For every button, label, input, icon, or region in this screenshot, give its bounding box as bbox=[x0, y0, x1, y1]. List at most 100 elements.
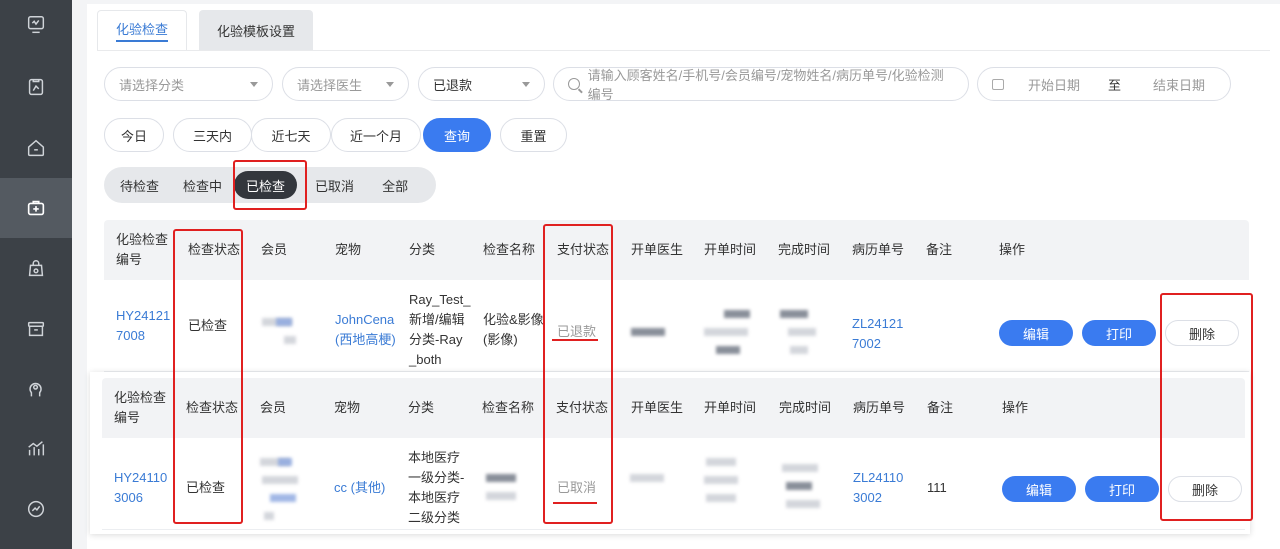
open-time-redacted bbox=[706, 458, 736, 466]
row-category-line: _both bbox=[409, 352, 442, 367]
print-button[interactable]: 打印 bbox=[1082, 320, 1156, 346]
tab-bar: 化验检查 化验模板设置 bbox=[97, 10, 314, 50]
print-button[interactable]: 打印 bbox=[1085, 476, 1159, 502]
row-category-line: 一级分类- bbox=[408, 470, 465, 485]
finish-time-redacted-3 bbox=[790, 346, 808, 354]
row-note: 111 bbox=[927, 480, 947, 495]
row-pet-line2: (西地高梗) bbox=[335, 332, 396, 347]
member-redacted-3 bbox=[270, 494, 296, 502]
row-lab-id-line1: HY24121 bbox=[116, 308, 171, 323]
segment-all[interactable]: 全部 bbox=[370, 171, 420, 199]
chevron-down-icon bbox=[522, 81, 530, 87]
table-row: HY24110 3006 已检查 cc (其他) 本地医疗 一级分类- 本地医疗 … bbox=[102, 438, 1245, 530]
segment-in-progress[interactable]: 检查中 bbox=[171, 171, 234, 199]
col-lab-id: 化验检查编号 bbox=[116, 232, 169, 267]
col-actions: 操作 bbox=[999, 242, 1026, 257]
row-record-line1: ZL24110 bbox=[853, 470, 904, 485]
check-name-redacted bbox=[486, 474, 516, 482]
member-redacted-mark bbox=[278, 458, 292, 466]
member-redacted-2 bbox=[262, 476, 298, 484]
table-row: HY24121 7008 已检查 JohnCena (西地高梗) Ray_Test_… bbox=[104, 280, 1249, 372]
clipboard-chart-icon[interactable] bbox=[0, 57, 72, 117]
search-input[interactable]: 请输入顾客姓名/手机号/会员编号/宠物姓名/病历单号/化验检测编号 bbox=[553, 67, 969, 102]
payment-status-select[interactable]: 已退款 bbox=[418, 67, 545, 101]
col-check-name: 检查名称 bbox=[482, 400, 535, 415]
head-icon[interactable] bbox=[0, 359, 72, 419]
row-category-line: 二级分类 bbox=[408, 510, 461, 525]
medical-kit-icon[interactable] bbox=[0, 178, 72, 238]
doctor-redacted bbox=[631, 328, 665, 336]
col-finish-time: 完成时间 bbox=[779, 400, 832, 415]
row-record-line1: ZL24121 bbox=[852, 316, 904, 331]
annotation-underline-cancelled bbox=[553, 502, 597, 504]
category-select-placeholder: 请选择分类 bbox=[119, 77, 185, 93]
row-pet[interactable]: JohnCena (西地高梗) bbox=[335, 310, 396, 350]
finish-time-redacted-3 bbox=[786, 500, 820, 508]
col-actions: 操作 bbox=[1002, 400, 1029, 415]
col-pet: 宠物 bbox=[335, 242, 362, 257]
today-button[interactable]: 今日 bbox=[104, 118, 164, 152]
doctor-redacted bbox=[630, 474, 664, 482]
row-check-name: 化验&影像 (影像) bbox=[483, 310, 544, 350]
edit-button[interactable]: 编辑 bbox=[1002, 476, 1076, 502]
row-category-line: Ray_Test_ bbox=[409, 292, 471, 307]
end-date-field[interactable]: 结束日期 bbox=[1153, 75, 1205, 94]
search-placeholder: 请输入顾客姓名/手机号/会员编号/宠物姓名/病历单号/化验检测编号 bbox=[587, 68, 944, 102]
three-days-button[interactable]: 三天内 bbox=[173, 118, 252, 152]
annotation-box-actions bbox=[1160, 293, 1253, 521]
row-record-line2: 3002 bbox=[853, 490, 882, 505]
segment-cancelled[interactable]: 已取消 bbox=[303, 171, 366, 199]
reset-button[interactable]: 重置 bbox=[500, 118, 567, 152]
open-time-redacted-3 bbox=[716, 346, 740, 354]
date-range-picker[interactable]: 开始日期 至 结束日期 bbox=[977, 67, 1231, 101]
growth-chart-icon[interactable] bbox=[0, 419, 72, 479]
seven-days-button[interactable]: 近七天 bbox=[251, 118, 331, 152]
doctor-select[interactable]: 请选择医生 bbox=[282, 67, 409, 101]
row-record-no[interactable]: ZL24110 3002 bbox=[853, 468, 903, 508]
col-note: 备注 bbox=[927, 400, 954, 415]
col-record-no: 病历单号 bbox=[853, 400, 906, 415]
finish-time-redacted bbox=[782, 464, 818, 472]
col-doctor: 开单医生 bbox=[631, 242, 684, 257]
row-category-line: 本地医疗 bbox=[408, 450, 461, 465]
finish-time-redacted bbox=[780, 310, 808, 318]
table-header: 化验检查编号 检查状态 会员 宠物 分类 检查名称 支付状态 开单医生 开单时间… bbox=[104, 220, 1249, 280]
monitor-icon[interactable] bbox=[0, 0, 72, 55]
overlay-card: 化验检查编号 检查状态 会员 宠物 分类 检查名称 支付状态 开单医生 开单时间… bbox=[90, 372, 1250, 534]
member-redacted-2 bbox=[284, 336, 296, 344]
row-lab-id[interactable]: HY24110 3006 bbox=[114, 468, 167, 508]
col-finish-time: 完成时间 bbox=[778, 242, 831, 257]
row-pet[interactable]: cc (其他) bbox=[334, 478, 385, 498]
date-separator: 至 bbox=[1108, 77, 1122, 93]
row-check-name-line2: (影像) bbox=[483, 332, 518, 347]
row-lab-id[interactable]: HY24121 7008 bbox=[116, 306, 170, 346]
row-lab-id-line2: 7008 bbox=[116, 328, 145, 343]
finish-time-redacted-2 bbox=[786, 482, 812, 490]
col-category: 分类 bbox=[409, 242, 436, 257]
segment-pending[interactable]: 待检查 bbox=[108, 171, 171, 199]
tab-lab-check[interactable]: 化验检查 bbox=[97, 10, 188, 50]
home-icon[interactable] bbox=[0, 118, 72, 178]
row-pet-line1: JohnCena bbox=[335, 312, 395, 327]
open-time-redacted-2 bbox=[704, 328, 748, 336]
row-record-no[interactable]: ZL24121 7002 bbox=[852, 314, 903, 354]
row-category-line: 本地医疗 bbox=[408, 490, 461, 505]
col-record-no: 病历单号 bbox=[852, 242, 905, 257]
row-lab-id-line2: 3006 bbox=[114, 490, 143, 505]
finish-time-redacted-2 bbox=[788, 328, 816, 336]
query-button[interactable]: 查询 bbox=[423, 118, 491, 152]
box-icon[interactable] bbox=[0, 299, 72, 359]
trend-icon[interactable] bbox=[0, 479, 72, 539]
col-member: 会员 bbox=[260, 400, 287, 415]
annotation-box-checked-segment bbox=[233, 160, 307, 210]
tab-lab-template-settings[interactable]: 化验模板设置 bbox=[199, 10, 314, 50]
open-time-redacted bbox=[724, 310, 750, 318]
start-date-field[interactable]: 开始日期 bbox=[1028, 75, 1080, 94]
open-time-redacted-3 bbox=[706, 494, 736, 502]
edit-button[interactable]: 编辑 bbox=[999, 320, 1073, 346]
category-select[interactable]: 请选择分类 bbox=[104, 67, 273, 101]
bag-icon[interactable] bbox=[0, 239, 72, 299]
month-button[interactable]: 近一个月 bbox=[331, 118, 421, 152]
check-name-redacted-2 bbox=[486, 492, 516, 500]
col-check-name: 检查名称 bbox=[483, 242, 536, 257]
